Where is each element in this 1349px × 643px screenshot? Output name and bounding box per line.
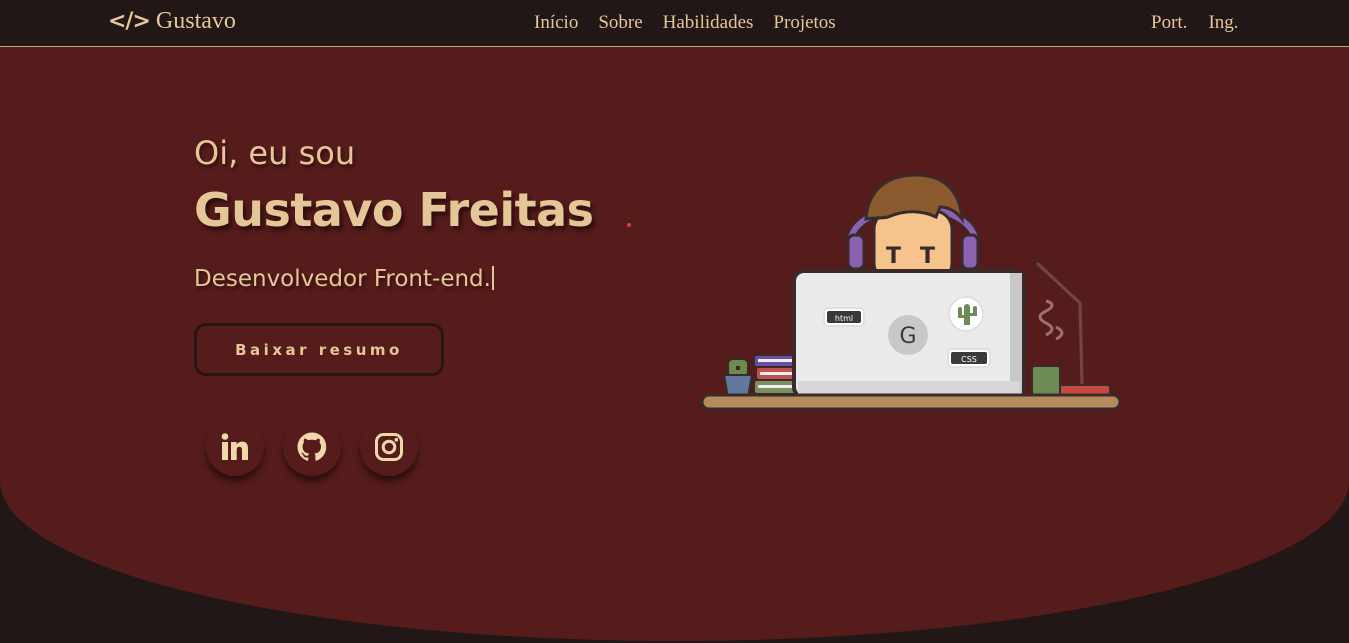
linkedin-link[interactable] <box>206 418 264 476</box>
linkedin-icon <box>221 433 248 460</box>
svg-text:T: T <box>920 244 935 269</box>
top-navbar: </> Gustavo Início Sobre Habilidades Pro… <box>0 0 1349 47</box>
brand-logo[interactable]: </> Gustavo <box>108 8 236 35</box>
desk <box>700 393 1122 411</box>
github-icon <box>297 432 327 461</box>
code-icon: </> <box>108 9 151 34</box>
typing-cursor <box>491 266 494 290</box>
instagram-icon <box>375 433 403 461</box>
instagram-link[interactable] <box>360 418 418 476</box>
github-link[interactable] <box>283 418 341 476</box>
lang-portuguese[interactable]: Port. <box>1151 12 1187 34</box>
lang-english[interactable]: Ing. <box>1208 12 1238 34</box>
brand-name: Gustavo <box>155 8 236 34</box>
coffee-mug <box>1031 299 1064 397</box>
decorative-dot <box>627 223 631 227</box>
nav-link-habilidades[interactable]: Habilidades <box>663 12 754 34</box>
hero-role: Desenvolvedor Front-end. <box>194 266 494 292</box>
nav-link-inicio[interactable]: Início <box>534 12 578 34</box>
developer-character: T T <box>845 173 981 283</box>
laptop: G html CSS <box>792 269 1026 399</box>
social-links <box>206 418 418 476</box>
hero-name: Gustavo Freitas <box>194 183 594 237</box>
book-stack <box>753 354 799 395</box>
language-switcher: Port. Ing. <box>1151 12 1239 34</box>
cactus-pot <box>722 358 754 398</box>
download-resume-button[interactable]: Baixar resumo <box>194 323 444 376</box>
css-tag: CSS <box>961 355 977 364</box>
developer-illustration: T T G html CSS <box>700 173 1122 411</box>
main-nav: Início Sobre Habilidades Projetos <box>534 12 836 34</box>
laptop-logo: G <box>899 324 916 349</box>
svg-text:T: T <box>886 244 901 269</box>
html-tag: html <box>835 314 853 323</box>
hero-role-text: Desenvolvedor Front-end. <box>194 266 491 292</box>
hero-greeting: Oi, eu sou <box>194 134 356 172</box>
nav-link-sobre[interactable]: Sobre <box>598 12 642 34</box>
nav-link-projetos[interactable]: Projetos <box>773 12 835 34</box>
